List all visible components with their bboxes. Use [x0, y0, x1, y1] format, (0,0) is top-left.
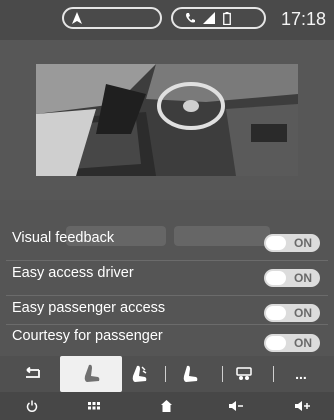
driver-seat-icon [84, 364, 100, 382]
car-interior-image [36, 64, 298, 176]
toolbar-separator [165, 366, 166, 382]
setting-label: Visual feedback [12, 230, 115, 246]
status-bar: 17:18 [0, 0, 334, 40]
setting-label: Easy passenger access [12, 300, 166, 316]
passenger-seat-icon [183, 365, 198, 382]
clock: 17:18 [280, 9, 326, 29]
power-button[interactable] [12, 392, 52, 420]
toggle-state: ON [294, 236, 312, 250]
more-options-button[interactable]: ... [286, 356, 316, 392]
toggle-state: ON [294, 336, 312, 350]
tab-settings-extra[interactable] [230, 356, 258, 392]
seat-massage-icon [132, 365, 147, 382]
toolbar-separator [273, 366, 274, 382]
setting-courtesy-for-passenger[interactable]: Courtesy for passenger ON [0, 326, 334, 360]
divider [6, 324, 328, 325]
setting-visual-feedback[interactable]: Visual feedback ON [0, 228, 334, 262]
seat-illustration-area [0, 40, 334, 246]
setting-easy-access-driver[interactable]: Easy access driver ON [0, 263, 334, 297]
setting-label: Courtesy for passenger [12, 328, 163, 344]
toggle-state: ON [294, 271, 312, 285]
visual-feedback-toggle[interactable]: ON [264, 234, 320, 252]
courtesy-for-passenger-toggle[interactable]: ON [264, 334, 320, 352]
more-options-label: ... [295, 366, 307, 382]
easy-access-driver-toggle[interactable]: ON [264, 269, 320, 287]
power-icon [26, 400, 38, 412]
tab-passenger-seat[interactable] [176, 356, 206, 392]
easy-passenger-access-toggle[interactable]: ON [264, 304, 320, 322]
battery-icon [223, 11, 231, 25]
home-icon [160, 400, 172, 412]
signal-icon [203, 12, 215, 24]
volume-up-button[interactable] [282, 392, 322, 420]
apps-button[interactable] [74, 392, 114, 420]
tab-driver-seat[interactable] [60, 356, 122, 392]
phone-icon [186, 13, 195, 23]
home-button[interactable] [146, 392, 186, 420]
tab-seat-massage[interactable] [124, 356, 154, 392]
setting-label: Easy access driver [12, 265, 134, 281]
volume-up-icon [294, 401, 310, 411]
navigation-shortcut[interactable] [62, 7, 162, 29]
divider [6, 260, 328, 261]
divider [6, 295, 328, 296]
navigation-arrow-icon [72, 12, 82, 24]
system-bar [0, 392, 334, 420]
seat-function-toolbar: ... [0, 356, 334, 392]
volume-down-icon [229, 401, 243, 411]
phone-shortcut[interactable] [171, 7, 266, 29]
toolbar-separator [222, 366, 223, 382]
apps-grid-icon [88, 402, 100, 410]
back-arrow-icon [26, 367, 40, 378]
toggle-state: ON [294, 306, 312, 320]
back-button[interactable] [16, 356, 48, 392]
settings-extra-icon [236, 367, 252, 380]
volume-down-button[interactable] [216, 392, 256, 420]
